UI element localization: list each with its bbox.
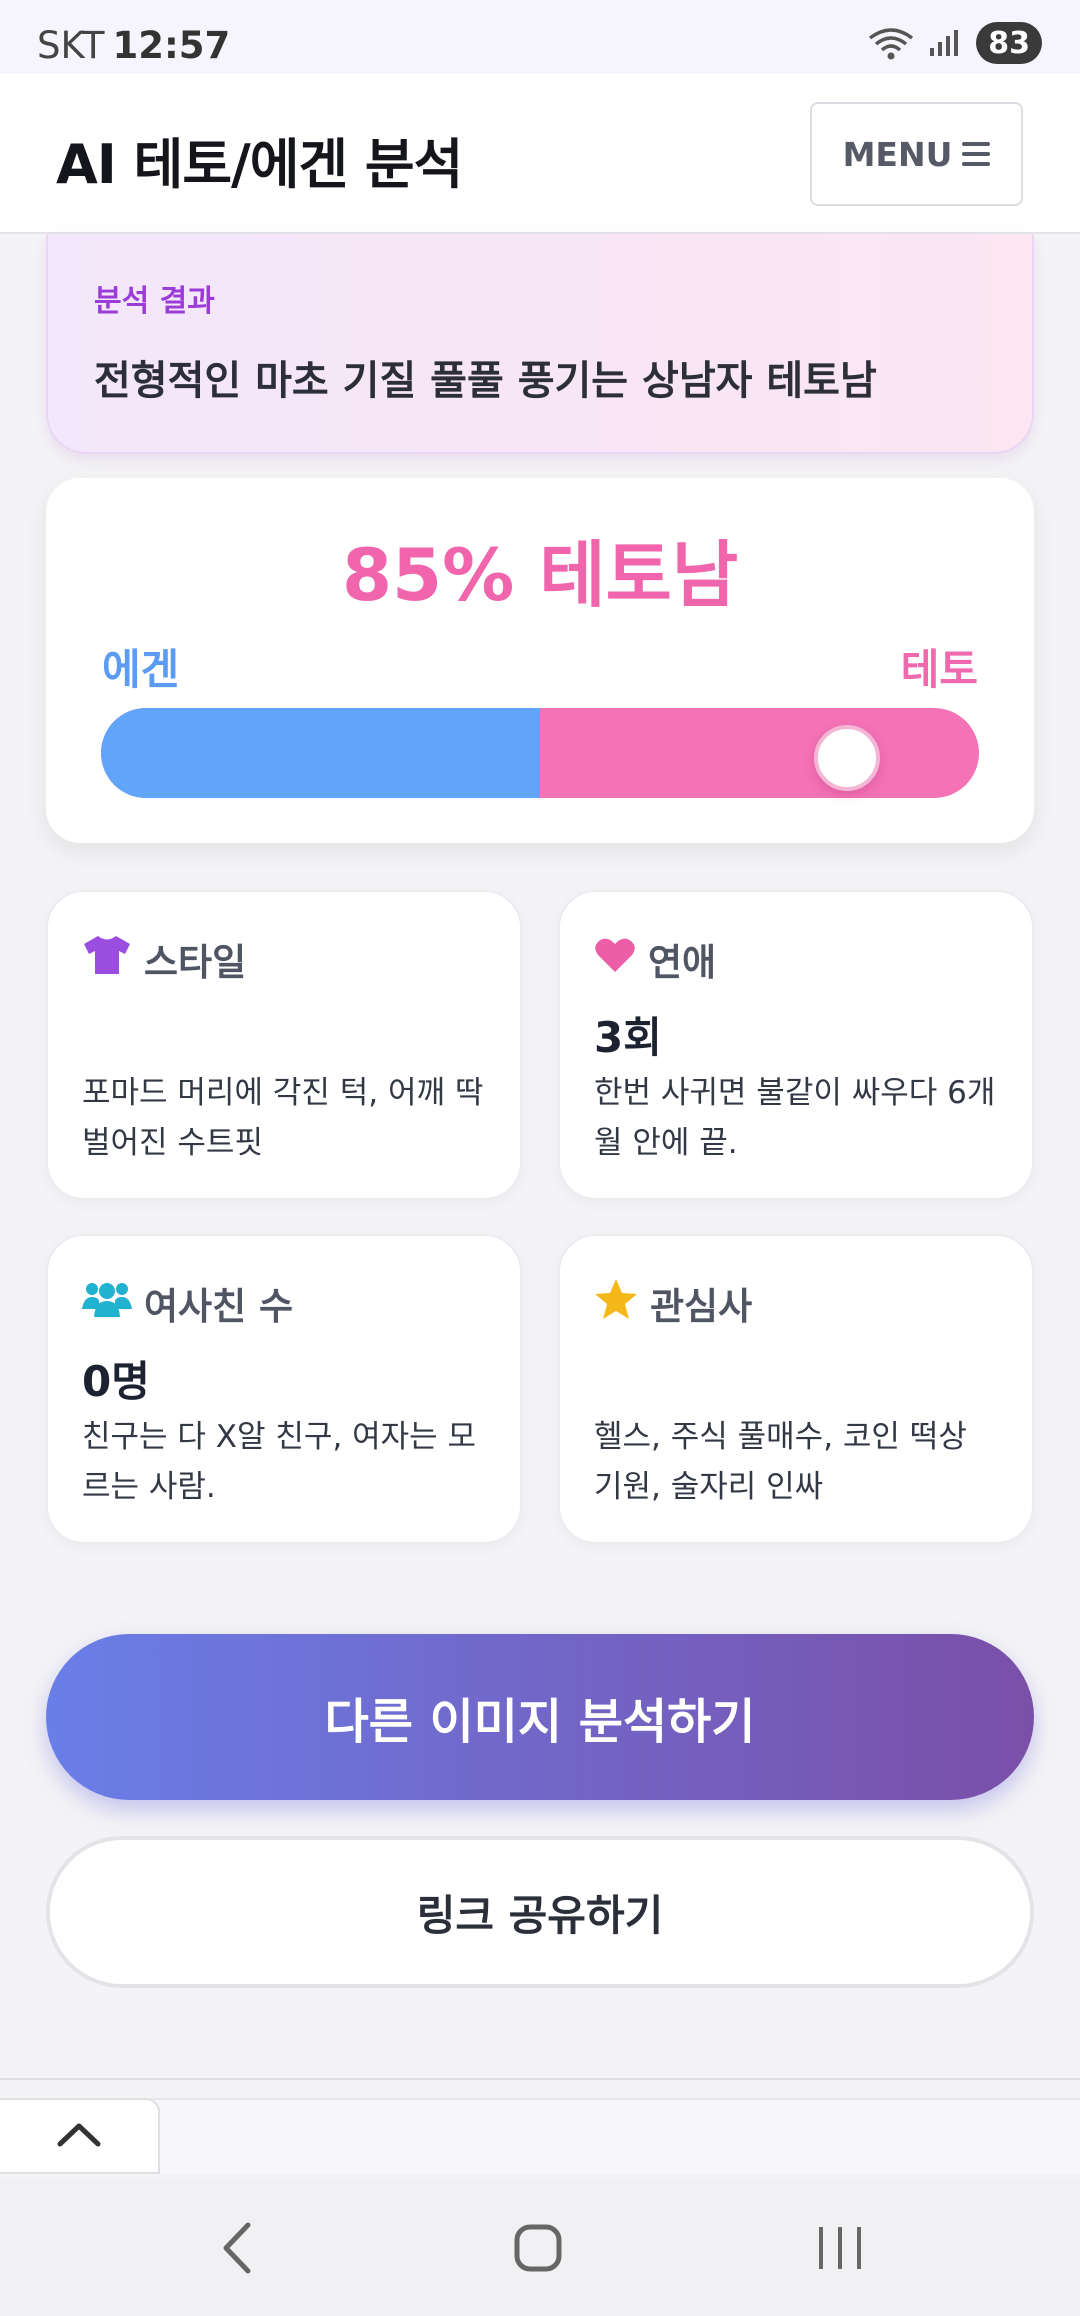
shirt-icon [82, 934, 132, 985]
page-title: AI 테토/에겐 분석 [56, 133, 463, 196]
dating-card-value: 3회 [594, 1013, 662, 1062]
back-button[interactable] [196, 2220, 276, 2280]
home-icon [513, 2223, 563, 2277]
result-label: 분석 결과 [94, 284, 215, 319]
dating-card-head: 연애 [594, 932, 716, 986]
female-friends-card-desc: 친구는 다 X알 친구, 여자는 모르는 사람. [82, 1419, 477, 1505]
chevron-up-icon [56, 2120, 102, 2152]
female-friends-card-head: 여사친 수 [82, 1276, 293, 1330]
dating-card: 연애 3회 한번 사귀면 불같이 싸우다 6개월 안에 끝. [558, 890, 1034, 1200]
female-friends-card-title: 여사친 수 [144, 1285, 294, 1328]
style-card: 스타일 포마드 머리에 각진 턱, 어깨 딱 벌어진 수트핏 [46, 890, 522, 1200]
star-icon [594, 1278, 638, 1329]
dating-card-desc: 한번 사귀면 불같이 싸우다 6개월 안에 끝. [594, 1075, 996, 1161]
egen-label: 에겐 [102, 645, 180, 694]
battery-icon: 83 [976, 22, 1042, 64]
recents-icon [815, 2225, 865, 2275]
female-friends-card-value: 0명 [82, 1357, 150, 1406]
score-title: 85% 테토남 [341, 533, 739, 617]
browser-bottom-strip [0, 2098, 1080, 2174]
status-right: 83 [868, 22, 1042, 64]
interests-card-title: 관심사 [650, 1285, 753, 1328]
share-link-button[interactable]: 링크 공유하기 [46, 1836, 1034, 1988]
system-nav-bar [0, 2180, 1080, 2316]
female-friends-card: 여사친 수 0명 친구는 다 X알 친구, 여자는 모르는 사람. [46, 1234, 522, 1544]
back-icon [218, 2221, 254, 2279]
heart-icon [594, 936, 636, 983]
clock: 12:57 [112, 24, 231, 67]
interests-card: 관심사 헬스, 주식 풀매수, 코인 떡상 기원, 술자리 인싸 [558, 1234, 1034, 1544]
divider [0, 2078, 1080, 2080]
score-knob[interactable] [814, 725, 881, 791]
dating-card-title: 연애 [648, 941, 717, 984]
interests-card-head: 관심사 [594, 1276, 752, 1330]
menu-label: MENU [842, 134, 953, 174]
recents-button[interactable] [800, 2220, 880, 2280]
analyze-another-button[interactable]: 다른 이미지 분석하기 [46, 1634, 1034, 1800]
app-header: AI 테토/에겐 분석 MENU [0, 74, 1080, 234]
result-text: 전형적인 마초 기질 풀풀 풍기는 상남자 테토남 [94, 358, 877, 404]
scroll-top-button[interactable] [0, 2098, 160, 2174]
menu-button[interactable]: MENU [810, 102, 1023, 206]
hamburger-icon [962, 142, 991, 166]
score-card: 85% 테토남 에겐 테토 [46, 478, 1034, 843]
signal-icon [928, 28, 962, 58]
style-card-title: 스타일 [144, 941, 247, 984]
status-left: SKT 12:57 [37, 24, 230, 67]
wifi-icon [868, 26, 914, 60]
users-icon [82, 1279, 132, 1328]
home-button[interactable] [498, 2220, 578, 2280]
teto-label: 테토 [900, 645, 978, 694]
style-card-head: 스타일 [82, 932, 246, 986]
style-card-desc: 포마드 머리에 각진 턱, 어깨 딱 벌어진 수트핏 [82, 1075, 484, 1161]
status-bar: SKT 12:57 83 [0, 0, 1080, 74]
carrier-label: SKT [37, 24, 105, 67]
interests-card-desc: 헬스, 주식 풀매수, 코인 떡상 기원, 술자리 인싸 [594, 1419, 967, 1505]
egen-fill [101, 708, 540, 798]
result-card: 분석 결과 전형적인 마초 기질 풀풀 풍기는 상남자 테토남 [46, 234, 1034, 454]
